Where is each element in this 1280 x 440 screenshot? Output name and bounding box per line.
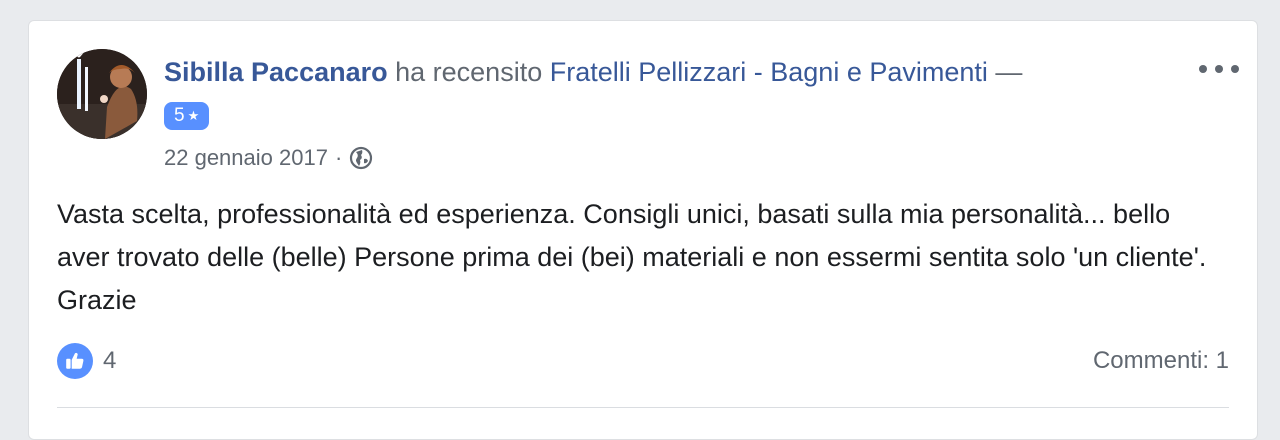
globe-icon[interactable] <box>349 146 373 170</box>
meta-separator: · <box>334 145 343 170</box>
header-separator: — <box>995 57 1023 87</box>
divider <box>57 407 1229 408</box>
more-dot <box>1199 65 1207 73</box>
review-action-text: ha recensito <box>395 57 543 87</box>
review-header: Sibilla Paccanaro ha recensito Fratelli … <box>164 55 1022 89</box>
more-dot <box>1231 65 1239 73</box>
review-card: Sibilla Paccanaro ha recensito Fratelli … <box>28 20 1258 440</box>
star-icon: ★ <box>187 108 200 123</box>
avatar-photo <box>57 49 147 139</box>
like-icon <box>57 343 93 379</box>
author-name-link[interactable]: Sibilla Paccanaro <box>164 57 388 87</box>
rating-value: 5 <box>174 105 185 126</box>
page-name-link[interactable]: Fratelli Pellizzari - Bagni e Pavimenti <box>550 57 988 87</box>
avatar[interactable] <box>57 49 147 139</box>
like-count: 4 <box>103 347 117 374</box>
more-dot <box>1215 65 1223 73</box>
comments-count-link[interactable]: Commenti: 1 <box>1093 347 1229 375</box>
review-text: Vasta scelta, professionalità ed esperie… <box>57 199 1207 315</box>
rating-badge[interactable]: 5 ★ <box>164 102 210 130</box>
review-date-link[interactable]: 22 gennaio 2017 <box>164 143 328 173</box>
reactions-summary[interactable]: 4 <box>57 343 116 379</box>
more-options-button[interactable] <box>1199 59 1239 79</box>
review-meta: 22 gennaio 2017 · <box>164 143 373 173</box>
